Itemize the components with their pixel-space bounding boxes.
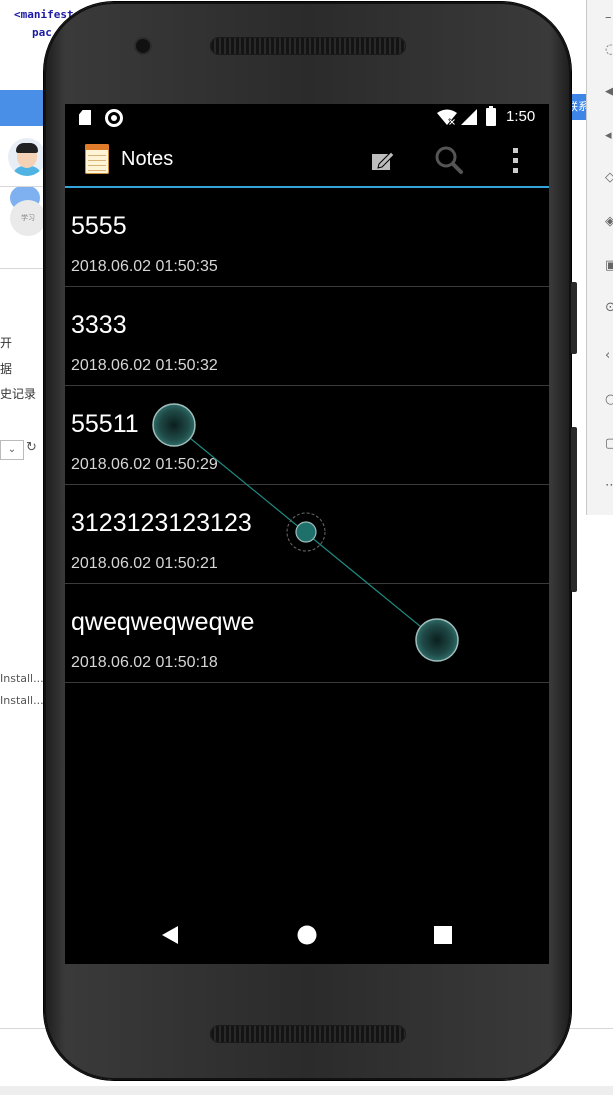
new-note-icon[interactable] bbox=[365, 142, 401, 178]
overflow-menu-icon[interactable] bbox=[497, 142, 533, 178]
wifi-icon bbox=[437, 109, 457, 125]
note-title: qweqweqweqwe bbox=[71, 608, 255, 636]
rotate-left-icon[interactable]: ◇ bbox=[605, 171, 613, 184]
code-line: pac bbox=[32, 26, 52, 39]
note-title: 3123123123123 bbox=[71, 509, 252, 537]
sd-card-icon bbox=[79, 110, 91, 125]
install-item[interactable]: Install... bbox=[0, 694, 44, 707]
left-chip[interactable]: 学习 bbox=[10, 200, 46, 236]
avatar[interactable] bbox=[8, 138, 46, 176]
code-line: <manifest bbox=[14, 8, 74, 21]
recents-icon[interactable] bbox=[428, 920, 458, 950]
zoom-icon[interactable]: ⊙ bbox=[605, 301, 613, 314]
search-icon[interactable] bbox=[431, 142, 467, 178]
status-bar: 1:50 bbox=[65, 104, 549, 132]
install-item[interactable]: Install... bbox=[0, 672, 44, 685]
sync-circle-icon bbox=[105, 109, 123, 127]
volume-icon[interactable]: ◀ bbox=[605, 85, 613, 98]
bottom-strip bbox=[0, 1086, 613, 1095]
back-icon[interactable]: ‹ bbox=[605, 349, 613, 362]
note-title: 3333 bbox=[71, 311, 127, 339]
rotate-icon[interactable]: ◌ bbox=[605, 43, 613, 56]
bottom-speaker bbox=[211, 1026, 405, 1042]
note-date: 2018.06.02 01:50:32 bbox=[71, 357, 218, 374]
page-title: Notes bbox=[121, 148, 174, 170]
divider bbox=[0, 186, 44, 187]
list-item[interactable]: 3333 2018.06.02 01:50:32 bbox=[65, 287, 549, 386]
refresh-icon[interactable]: ↻ bbox=[26, 440, 37, 455]
back-icon[interactable] bbox=[155, 920, 185, 950]
note-title: 5555 bbox=[71, 212, 127, 240]
note-date: 2018.06.02 01:50:21 bbox=[71, 555, 218, 572]
list-item[interactable]: qweqweqweqwe 2018.06.02 01:50:18 bbox=[65, 584, 549, 683]
rotate-right-icon[interactable]: ◈ bbox=[605, 215, 613, 228]
home-icon[interactable] bbox=[292, 920, 322, 950]
list-item[interactable]: 55511 2018.06.02 01:50:29 bbox=[65, 386, 549, 485]
overview-icon[interactable]: ▢ bbox=[605, 437, 613, 450]
divider bbox=[0, 268, 44, 269]
more-icon[interactable]: ⋯ bbox=[605, 479, 613, 492]
list-item[interactable]: 5555 2018.06.02 01:50:35 bbox=[65, 188, 549, 287]
left-menu-text[interactable]: 据 bbox=[0, 360, 12, 377]
action-bar: Notes bbox=[65, 132, 549, 188]
camera-icon[interactable]: ▣ bbox=[605, 259, 613, 272]
status-time: 1:50 bbox=[506, 108, 536, 125]
right-toolbar: – ◌ ◀ ◂ ◇ ◈ ▣ ⊙ ‹ ○ ▢ ⋯ bbox=[586, 0, 613, 515]
front-camera bbox=[136, 39, 150, 53]
device-screen: 1:50 Notes 5555 2018.06.02 01:50:35 3333… bbox=[65, 104, 549, 964]
notes-app-icon bbox=[85, 144, 109, 174]
minimize-icon[interactable]: – bbox=[605, 11, 613, 24]
volume-rocker[interactable] bbox=[571, 427, 577, 592]
cell-signal-icon bbox=[461, 109, 477, 125]
list-item[interactable]: 3123123123123 2018.06.02 01:50:21 bbox=[65, 485, 549, 584]
volume-down-icon[interactable]: ◂ bbox=[605, 129, 613, 142]
power-button[interactable] bbox=[571, 282, 577, 354]
battery-icon bbox=[486, 106, 496, 126]
left-menu-text[interactable]: 开 bbox=[0, 334, 12, 351]
home-icon[interactable]: ○ bbox=[605, 393, 613, 406]
navigation-bar bbox=[65, 904, 549, 964]
note-date: 2018.06.02 01:50:18 bbox=[71, 654, 218, 671]
note-date: 2018.06.02 01:50:35 bbox=[71, 258, 218, 275]
left-menu-text[interactable]: 史记录 bbox=[0, 385, 36, 402]
note-title: 55511 bbox=[71, 410, 139, 438]
note-date: 2018.06.02 01:50:29 bbox=[71, 456, 218, 473]
dropdown-select[interactable]: ⌄ bbox=[0, 440, 24, 460]
top-speaker bbox=[211, 38, 405, 54]
